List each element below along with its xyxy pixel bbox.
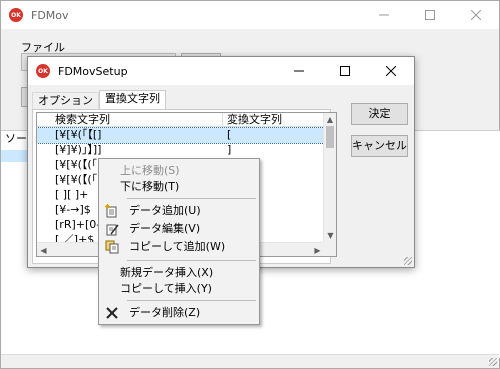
column-header-search[interactable]: 検索文字列 (37, 113, 223, 127)
main-maximize-button[interactable] (407, 1, 453, 29)
menu-item-label: データ削除(Z) (129, 306, 201, 319)
resize-grip[interactable] (489, 358, 497, 366)
menu-item-delete-data[interactable]: データ削除(Z) (101, 304, 257, 322)
menu-separator (127, 300, 256, 301)
dialog-minimize-button[interactable] (276, 57, 322, 85)
maximize-icon (340, 66, 350, 76)
menu-separator (127, 198, 256, 199)
dialog-titlebar[interactable]: OK FDMovSetup (28, 57, 414, 85)
dialog-tabs: オプション 置換文字列 (32, 90, 166, 110)
dialog-title: FDMovSetup (58, 64, 128, 78)
tab-replace-strings[interactable]: 置換文字列 (99, 90, 166, 110)
menu-item-edit-data[interactable]: データ編集(V) (101, 220, 257, 238)
main-titlebar[interactable]: OK FDMov (1, 1, 499, 29)
maximize-icon (425, 10, 435, 20)
ok-button[interactable]: 決定 (351, 103, 408, 125)
menu-separator (127, 260, 256, 261)
cell-search: [¥]¥)」】]] (55, 143, 102, 156)
table-row[interactable]: [¥]¥)」】]] ] (37, 143, 324, 158)
scroll-down-icon[interactable]: ▼ (324, 229, 336, 242)
app-icon: OK (9, 8, 23, 22)
minimize-icon (379, 14, 389, 16)
cell-search: [¥[¥(「【[] (55, 128, 102, 141)
cell-replace: [ (227, 128, 232, 141)
menu-item-label: データ追加(U) (129, 204, 201, 217)
main-close-button[interactable] (453, 1, 499, 29)
dialog-app-icon: OK (36, 64, 50, 78)
main-minimize-button[interactable] (361, 1, 407, 29)
edit-data-icon (105, 222, 119, 236)
status-bar (1, 354, 499, 368)
column-header-replace[interactable]: 変換文字列 (223, 113, 324, 127)
scroll-left-icon[interactable]: ◀ (37, 243, 50, 256)
table-row[interactable]: [¥[¥(「【[] [ (37, 127, 325, 144)
scroll-corner (323, 242, 336, 256)
close-icon (471, 10, 481, 20)
tab-options[interactable]: オプション (32, 92, 99, 110)
menu-item-copy-add[interactable]: コピーして追加(W) (101, 238, 257, 256)
menu-item-label: コピーして追加(W) (129, 240, 226, 253)
main-window-title: FDMov (31, 8, 69, 22)
dialog-resize-grip[interactable] (404, 257, 412, 265)
menu-item-copy-insert[interactable]: コピーして挿入(Y) (101, 280, 257, 298)
dialog-maximize-button[interactable] (322, 57, 368, 85)
context-menu: 上に移動(S) 下に移動(T) データ追加(U) データ編集(V) コピーして追… (98, 158, 260, 325)
copy-add-icon (105, 240, 119, 254)
grid-header: 検索文字列 変換文字列 (37, 113, 324, 127)
vertical-scrollbar[interactable]: ▲ ▼ (323, 113, 336, 242)
scroll-thumb[interactable] (326, 126, 334, 148)
close-icon (386, 66, 396, 76)
minimize-icon (294, 70, 304, 72)
add-data-icon (105, 204, 119, 218)
dialog-close-button[interactable] (368, 57, 414, 85)
cancel-button[interactable]: キャンセル (351, 135, 408, 157)
menu-item-add-data[interactable]: データ追加(U) (101, 202, 257, 220)
cell-replace: ] (227, 143, 232, 156)
menu-item-move-down[interactable]: 下に移動(T) (101, 178, 257, 196)
menu-item-label: データ編集(V) (129, 222, 201, 235)
scroll-up-icon[interactable]: ▲ (324, 113, 336, 126)
delete-x-icon (105, 306, 119, 320)
